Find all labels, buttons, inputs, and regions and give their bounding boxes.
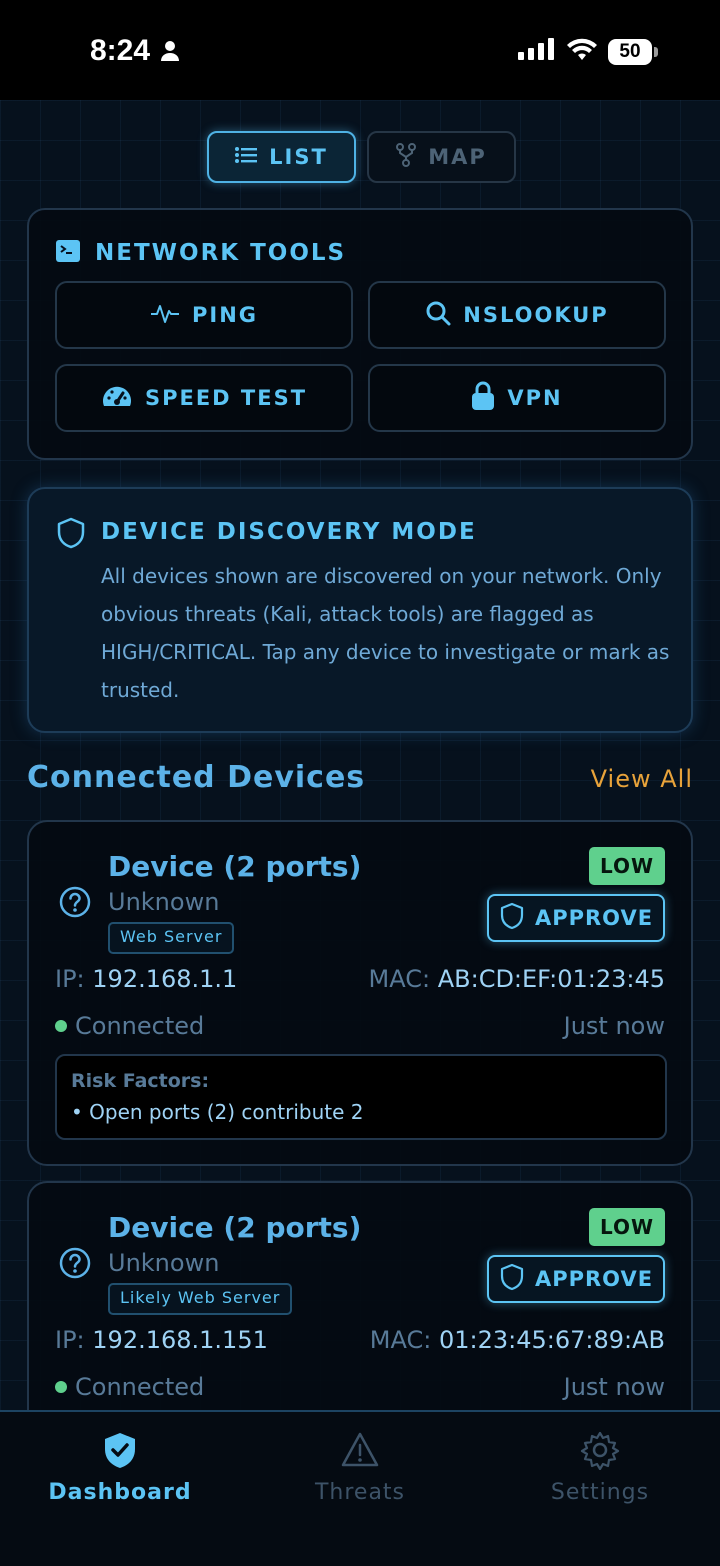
connection-status: Connected <box>55 1373 204 1401</box>
device-vendor: Unknown <box>108 888 220 916</box>
tab-settings[interactable]: Settings <box>480 1430 720 1505</box>
network-branch-icon <box>396 142 417 172</box>
question-circle-icon <box>59 1247 91 1283</box>
status-bar: 8:24 50 <box>0 0 720 100</box>
shield-icon <box>499 1263 525 1296</box>
ip-address: IP: 192.168.1.1 <box>55 965 237 993</box>
risk-badge: LOW <box>589 1208 665 1246</box>
mac-label: MAC: <box>369 1326 432 1354</box>
battery-icon: 50 <box>608 39 658 65</box>
list-icon <box>235 145 258 169</box>
risk-factors-box: Risk Factors: • Open ports (2) contribut… <box>55 1054 667 1140</box>
map-label: MAP <box>428 145 487 169</box>
shield-icon <box>499 902 525 935</box>
speed-test-button[interactable]: SPEED TEST <box>55 364 353 432</box>
approve-label: APPROVE <box>534 1267 654 1291</box>
risk-badge: LOW <box>589 847 665 885</box>
ip-address: IP: 192.168.1.151 <box>55 1326 268 1354</box>
device-name: Device (2 ports) <box>108 1211 362 1244</box>
network-tools-panel: NETWORK TOOLS PING NSLOOKUP SPEED TEST V… <box>27 208 693 460</box>
tab-label: Threats <box>314 1480 406 1505</box>
wifi-icon <box>566 38 598 66</box>
device-vendor: Unknown <box>108 1249 220 1277</box>
vpn-label: VPN <box>507 386 563 410</box>
ping-label: PING <box>191 303 259 327</box>
ping-button[interactable]: PING <box>55 281 353 349</box>
mac-value: AB:CD:EF:01:23:45 <box>437 965 665 993</box>
tab-threats[interactable]: Threats <box>240 1430 480 1505</box>
tab-label: Dashboard <box>48 1480 192 1505</box>
discovery-description: All devices shown are discovered on your… <box>101 564 670 702</box>
speed-test-label: SPEED TEST <box>144 386 308 410</box>
gear-icon <box>480 1430 720 1474</box>
warning-icon <box>240 1430 480 1474</box>
pulse-icon <box>150 301 180 330</box>
approve-button[interactable]: APPROVE <box>487 894 665 942</box>
dashboard-content[interactable]: LIST MAP NETWORK TOOLS PING NSLOOKUP SPE… <box>0 100 720 1410</box>
mac-label: MAC: <box>368 965 431 993</box>
tab-label: Settings <box>550 1480 650 1505</box>
ip-value: 192.168.1.151 <box>92 1326 268 1354</box>
tab-bar: Dashboard Threats Settings <box>0 1410 720 1566</box>
speedometer-icon <box>101 383 133 414</box>
status-label: Connected <box>75 1373 205 1401</box>
question-circle-icon <box>59 886 91 922</box>
last-seen: Just now <box>563 1373 665 1401</box>
discovery-title: DEVICE DISCOVERY MODE <box>101 519 477 545</box>
network-tools-title: NETWORK TOOLS <box>95 240 347 266</box>
discovery-mode-panel: DEVICE DISCOVERY MODE All devices shown … <box>27 487 693 733</box>
ip-value: 192.168.1.1 <box>92 965 238 993</box>
shield-check-icon <box>0 1430 240 1474</box>
device-type-tag: Likely Web Server <box>108 1283 293 1315</box>
device-card[interactable]: Device (2 ports) Unknown Web Server LOW … <box>27 820 693 1166</box>
tab-dashboard[interactable]: Dashboard <box>0 1430 240 1505</box>
mac-address: MAC: 01:23:45:67:89:AB <box>370 1326 665 1354</box>
status-label: Connected <box>75 1012 205 1040</box>
last-seen: Just now <box>563 1012 665 1040</box>
connected-devices-title: Connected Devices <box>27 760 366 795</box>
device-type-tag: Web Server <box>108 922 235 954</box>
vpn-button[interactable]: VPN <box>368 364 666 432</box>
shield-icon <box>56 517 86 553</box>
ip-label: IP: <box>55 965 85 993</box>
lock-icon <box>471 381 495 416</box>
cellular-signal-icon <box>518 38 556 66</box>
ip-label: IP: <box>55 1326 85 1354</box>
view-all-link[interactable]: View All <box>591 765 693 793</box>
connection-status: Connected <box>55 1012 204 1040</box>
person-icon <box>160 40 180 66</box>
map-view-toggle[interactable]: MAP <box>367 131 516 183</box>
status-dot <box>55 1020 67 1032</box>
search-icon <box>425 300 451 331</box>
status-dot <box>55 1381 67 1393</box>
list-view-toggle[interactable]: LIST <box>207 131 356 183</box>
nslookup-button[interactable]: NSLOOKUP <box>368 281 666 349</box>
list-label: LIST <box>269 145 328 169</box>
mac-address: MAC: AB:CD:EF:01:23:45 <box>369 965 665 993</box>
nslookup-label: NSLOOKUP <box>463 303 609 327</box>
device-name: Device (2 ports) <box>108 850 362 883</box>
terminal-icon <box>56 240 80 266</box>
mac-value: 01:23:45:67:89:AB <box>438 1326 665 1354</box>
approve-button[interactable]: APPROVE <box>487 1255 665 1303</box>
risk-factor-item: • Open ports (2) contribute 2 <box>71 1100 364 1124</box>
device-card[interactable]: Device (2 ports) Unknown Likely Web Serv… <box>27 1181 693 1410</box>
clock: 8:24 <box>90 34 151 67</box>
risk-factors-title: Risk Factors: <box>71 1070 210 1092</box>
approve-label: APPROVE <box>534 906 654 930</box>
